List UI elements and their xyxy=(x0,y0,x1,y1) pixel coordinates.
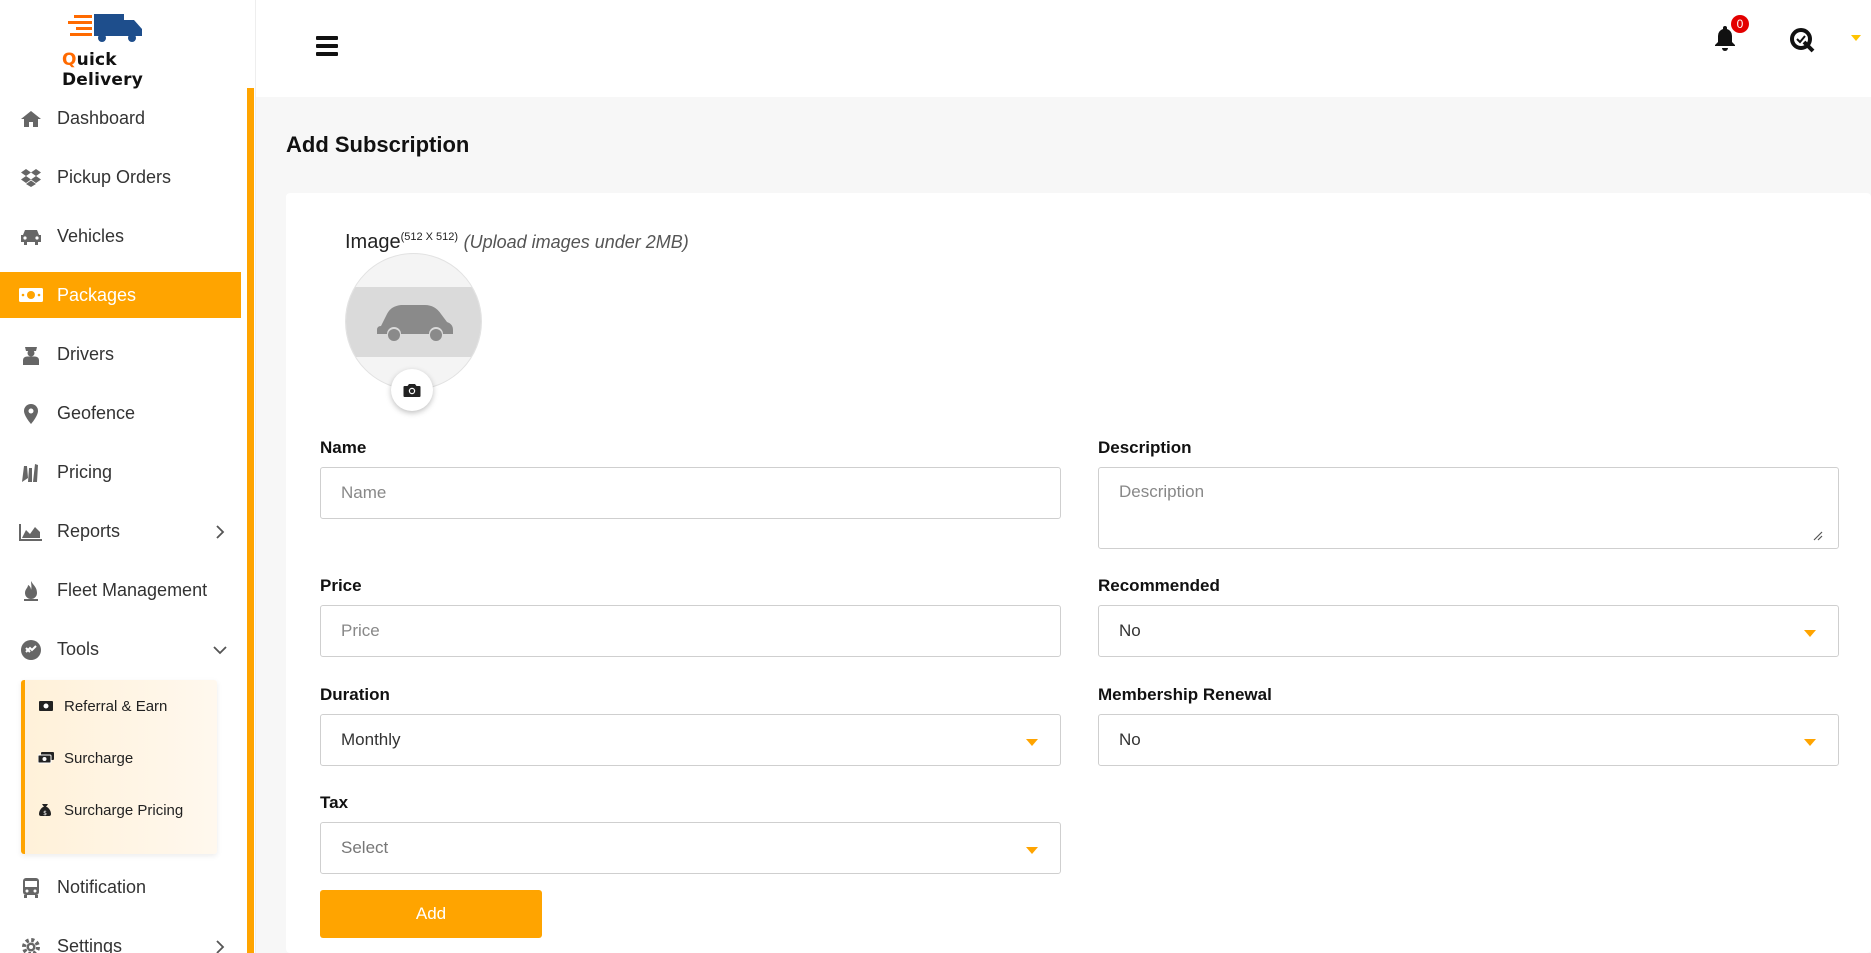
sidebar-item-label: Pickup Orders xyxy=(57,167,172,187)
sidebar-item-label: Drivers xyxy=(57,344,114,364)
dropbox-icon xyxy=(18,167,44,189)
subscription-form-card: Image(512 X 512) (Upload images under 2M… xyxy=(286,193,1871,953)
tax-label: Tax xyxy=(320,793,349,812)
submenu-item-surcharge[interactable]: Surcharge xyxy=(25,732,217,784)
avatar[interactable] xyxy=(1788,26,1816,54)
sidebar-item-label: Settings xyxy=(57,936,123,953)
sidebar-item-drivers[interactable]: Drivers xyxy=(0,325,241,384)
duration-value: Monthly xyxy=(341,730,401,749)
resize-grip-icon[interactable] xyxy=(1813,531,1823,541)
duration-label: Duration xyxy=(320,685,390,704)
name-input[interactable] xyxy=(320,467,1061,519)
money-bills-icon xyxy=(38,752,56,764)
sidebar-item-fleet-management[interactable]: Fleet Management xyxy=(0,561,241,620)
map-marker-icon xyxy=(18,403,44,425)
sidebar-item-label: Packages xyxy=(57,284,137,305)
recommended-label: Recommended xyxy=(1098,576,1220,595)
sidebar-item-label: Geofence xyxy=(57,403,136,423)
description-label: Description xyxy=(1098,438,1192,457)
membership-renewal-select[interactable]: No xyxy=(1098,714,1839,766)
camera-icon xyxy=(403,383,421,397)
driver-icon xyxy=(18,344,44,366)
add-button[interactable]: Add xyxy=(320,890,542,938)
name-label: Name xyxy=(320,438,367,457)
page-title: Add Subscription xyxy=(286,132,470,157)
brand-logo[interactable]: Quick Delivery xyxy=(54,10,194,90)
sidebar-item-geofence[interactable]: Geofence xyxy=(0,384,241,443)
tools-icon xyxy=(18,639,44,661)
sidebar-nav: Dashboard Pickup Orders Vehicles Package… xyxy=(0,89,241,679)
sidebar-item-vehicles[interactable]: Vehicles xyxy=(0,207,241,266)
money-bill-icon xyxy=(38,700,56,712)
sidebar-item-pricing[interactable]: Pricing xyxy=(0,443,241,502)
recommended-select[interactable]: No xyxy=(1098,605,1839,657)
car-placeholder-icon xyxy=(377,305,453,341)
sidebar-item-label: Notification xyxy=(57,877,147,897)
submenu-item-surcharge-pricing[interactable]: $ Surcharge Pricing xyxy=(25,784,217,836)
duration-select[interactable]: Monthly xyxy=(320,714,1061,766)
caret-down-icon xyxy=(1026,739,1038,746)
svg-text:$: $ xyxy=(43,810,47,817)
fire-icon xyxy=(18,580,44,602)
gear-icon xyxy=(18,936,44,953)
sidebar-nav-bottom: Notification Settings xyxy=(0,858,241,953)
profile-dropdown-caret[interactable] xyxy=(1851,35,1861,41)
sidebar-item-packages[interactable]: Packages xyxy=(0,272,241,318)
image-label: Image(512 X 512) (Upload images under 2M… xyxy=(345,231,689,253)
tax-select[interactable]: Select xyxy=(320,822,1061,874)
sidebar-item-pickup-orders[interactable]: Pickup Orders xyxy=(0,148,241,207)
sidebar-item-notification[interactable]: Notification xyxy=(0,858,241,917)
tools-submenu: Referral & Earn Surcharge $ Surcharge Pr… xyxy=(21,680,217,854)
submenu-item-label: Surcharge Pricing xyxy=(64,801,184,819)
sidebar-item-tools[interactable]: Tools xyxy=(0,620,241,679)
notification-count-badge: 0 xyxy=(1731,15,1749,33)
membership-renewal-value: No xyxy=(1119,730,1141,749)
sidebar-item-label: Vehicles xyxy=(57,226,125,246)
caret-down-icon xyxy=(1804,630,1816,637)
submenu-item-label: Referral & Earn xyxy=(64,697,168,715)
money-bag-icon: $ xyxy=(38,803,56,817)
sidebar-item-label: Pricing xyxy=(57,462,113,482)
menu-toggle-icon[interactable] xyxy=(316,36,338,56)
sidebar-scroll-accent[interactable] xyxy=(247,88,254,953)
sidebar-item-label: Tools xyxy=(57,639,100,659)
caret-down-icon xyxy=(1804,739,1816,746)
sidebar-item-settings[interactable]: Settings xyxy=(0,917,241,953)
sidebar-item-label: Dashboard xyxy=(57,108,146,128)
recommended-value: No xyxy=(1119,621,1141,640)
money-bill-icon xyxy=(18,284,44,306)
chevron-down-icon[interactable] xyxy=(213,643,227,657)
pricing-icon xyxy=(18,462,44,484)
area-chart-icon xyxy=(18,521,44,543)
bus-icon xyxy=(18,877,44,899)
description-textarea[interactable] xyxy=(1098,467,1839,549)
tax-value: Select xyxy=(341,838,389,857)
price-input[interactable] xyxy=(320,605,1061,657)
sidebar-item-label: Reports xyxy=(57,521,121,541)
brand-name: Quick Delivery xyxy=(62,50,143,90)
sidebar-item-dashboard[interactable]: Dashboard xyxy=(0,89,241,148)
submenu-item-referral-earn[interactable]: Referral & Earn xyxy=(25,680,217,732)
submenu-item-label: Surcharge xyxy=(64,749,134,767)
car-icon xyxy=(18,226,44,248)
price-label: Price xyxy=(320,576,362,595)
top-bar: 0 xyxy=(256,0,1871,97)
sidebar-item-reports[interactable]: Reports xyxy=(0,502,241,561)
chevron-right-icon[interactable] xyxy=(213,939,227,953)
home-icon xyxy=(18,108,44,130)
sidebar: Quick Delivery Dashboard Pickup Orders V… xyxy=(0,0,256,953)
chevron-right-icon[interactable] xyxy=(213,524,227,539)
delivery-truck-icon xyxy=(68,14,142,42)
caret-down-icon xyxy=(1026,847,1038,854)
main-content: Add Subscription Image(512 X 512) (Uploa… xyxy=(256,97,1871,953)
upload-image-button[interactable] xyxy=(391,369,433,411)
membership-renewal-label: Membership Renewal xyxy=(1098,685,1272,704)
sidebar-item-label: Fleet Management xyxy=(57,580,208,600)
